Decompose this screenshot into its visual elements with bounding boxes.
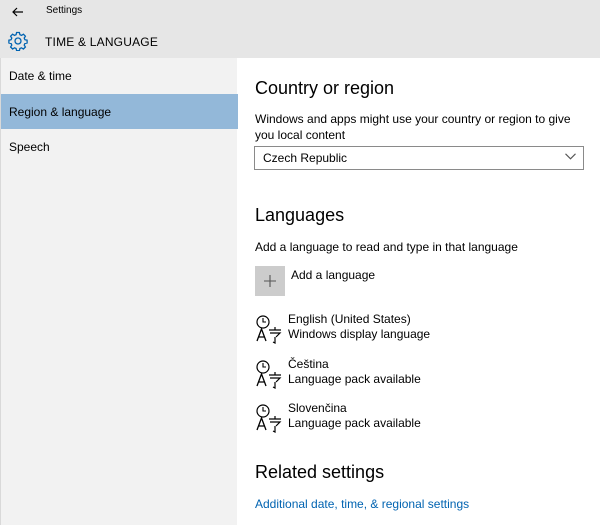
country-dropdown[interactable]: Czech Republic xyxy=(254,146,584,170)
sidebar-item-region-language[interactable]: Region & language xyxy=(1,94,238,129)
languages-heading: Languages xyxy=(255,205,345,225)
back-button[interactable] xyxy=(0,0,36,24)
window-title: Settings xyxy=(46,5,83,16)
back-arrow-icon xyxy=(12,7,23,17)
language-status: Windows display language xyxy=(288,327,431,341)
sidebar-item-label: Speech xyxy=(9,139,50,154)
sidebar-item-label: Region & language xyxy=(9,104,112,119)
language-icon xyxy=(256,315,282,344)
add-language-label[interactable]: Add a language xyxy=(291,268,375,282)
language-icon xyxy=(256,404,282,433)
language-status: Language pack available xyxy=(288,416,421,430)
title-bar: Settings xyxy=(0,0,600,24)
language-icon xyxy=(256,360,282,389)
language-name: English (United States) xyxy=(288,312,411,326)
chevron-down-icon xyxy=(565,153,576,160)
country-description: Windows and apps might use your country … xyxy=(255,112,571,142)
sidebar-item-date-time[interactable]: Date & time xyxy=(1,58,238,93)
sidebar: Date & time Region & language Speech xyxy=(0,58,238,525)
language-name: Čeština xyxy=(288,357,329,371)
language-item[interactable]: Čeština Language pack available xyxy=(255,357,585,393)
language-name: Slovenčina xyxy=(288,401,347,415)
plus-icon xyxy=(264,275,276,287)
language-status: Language pack available xyxy=(288,372,421,386)
page-title: TIME & LANGUAGE xyxy=(45,35,159,49)
gear-icon xyxy=(8,31,28,51)
languages-description: Add a language to read and type in that … xyxy=(255,240,518,254)
country-heading: Country or region xyxy=(255,78,395,98)
sidebar-item-speech[interactable]: Speech xyxy=(1,129,238,164)
language-item[interactable]: Slovenčina Language pack available xyxy=(255,401,585,437)
language-item[interactable]: English (United States) Windows display … xyxy=(255,312,585,348)
additional-regional-settings-link[interactable]: Additional date, time, & regional settin… xyxy=(255,497,469,511)
page-header: TIME & LANGUAGE xyxy=(0,24,600,58)
related-settings-heading: Related settings xyxy=(255,462,385,482)
add-language-button[interactable] xyxy=(255,266,285,296)
sidebar-item-label: Date & time xyxy=(9,68,72,83)
country-selected-value: Czech Republic xyxy=(263,151,348,165)
main-content: Country or region Windows and apps might… xyxy=(237,58,600,525)
